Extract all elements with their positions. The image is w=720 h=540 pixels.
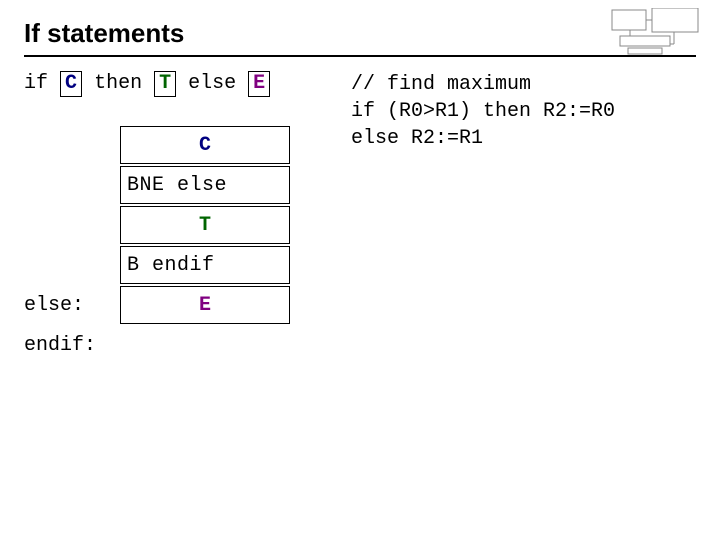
assembly-diagram: C BNE else T — [24, 125, 329, 365]
label-else: else: — [24, 294, 120, 317]
box-else: E — [120, 286, 290, 324]
kw-then: then — [94, 72, 142, 95]
kw-if: if — [24, 72, 48, 95]
b-endif-text: B endif — [121, 254, 289, 277]
tok-e: E — [248, 71, 270, 97]
box-then: T — [120, 206, 290, 244]
tok-t: T — [154, 71, 176, 97]
tok-c: C — [60, 71, 82, 97]
box-c-label: C — [199, 134, 211, 157]
title-separator — [24, 55, 696, 57]
code-line-1: // find maximum — [351, 73, 531, 96]
box-branch-endif: B endif — [120, 246, 290, 284]
page-title: If statements — [24, 18, 696, 49]
box-e-label: E — [199, 294, 211, 317]
if-syntax-line: if C then T else E — [24, 71, 329, 97]
code-line-2: if (R0>R1) then R2:=R0 — [351, 100, 615, 123]
box-condition: C — [120, 126, 290, 164]
box-bne: BNE else — [120, 166, 290, 204]
label-endif: endif: — [24, 334, 120, 357]
box-t-label: T — [199, 214, 211, 237]
decorative-corner-graphic — [610, 8, 700, 58]
kw-else: else — [188, 72, 236, 95]
example-code-block: // find maximum if (R0>R1) then R2:=R0 e… — [351, 71, 696, 152]
code-line-3: else R2:=R1 — [351, 127, 483, 150]
bne-text: BNE else — [121, 174, 289, 197]
